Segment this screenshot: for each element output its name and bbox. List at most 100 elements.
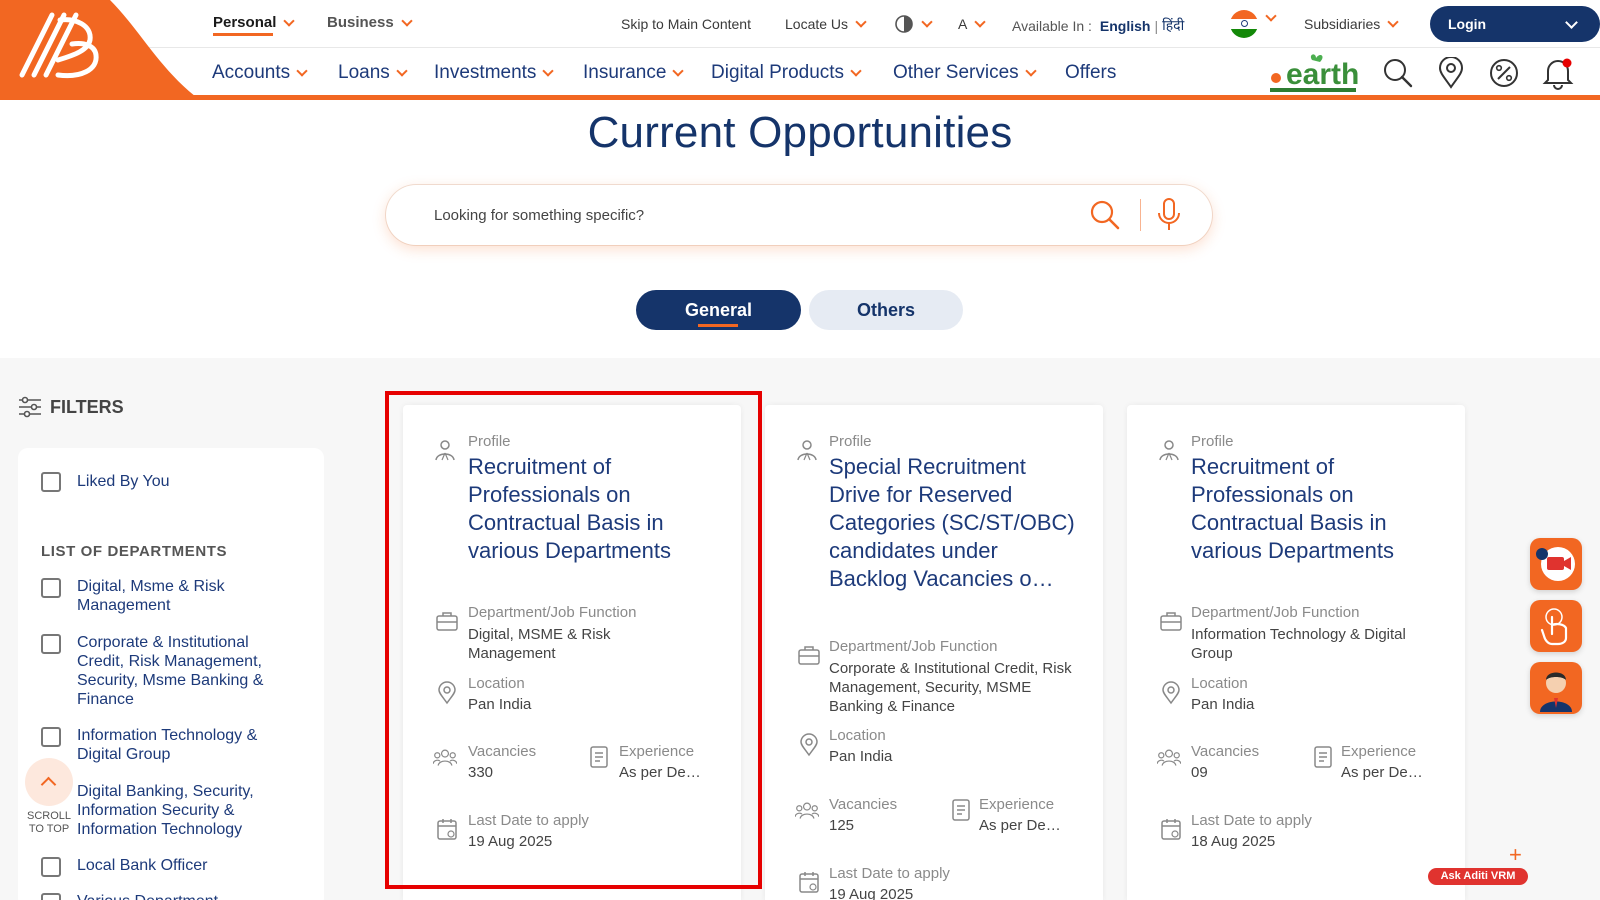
profile-label: Profile xyxy=(1191,433,1234,450)
search-bar[interactable]: Looking for something specific? xyxy=(386,185,1212,245)
microphone-icon[interactable] xyxy=(1156,197,1182,233)
india-flag-icon[interactable] xyxy=(1230,10,1258,38)
job-card[interactable]: Profile Recruitment of Professionals on … xyxy=(1127,405,1465,900)
lang-hindi-link[interactable]: हिंदी xyxy=(1162,16,1184,35)
search-divider xyxy=(1140,199,1141,231)
chevron-up-icon xyxy=(40,776,57,793)
calendar-icon xyxy=(799,872,819,893)
bank-logo[interactable] xyxy=(0,0,200,100)
header-accent-line xyxy=(0,95,1600,100)
video-call-widget[interactable] xyxy=(1530,538,1582,590)
search-input[interactable]: Looking for something specific? xyxy=(434,207,644,224)
filters-heading[interactable]: FILTERS xyxy=(18,396,124,418)
job-title[interactable]: Special Recruitment Drive for Reserved C… xyxy=(829,453,1079,593)
segment-business[interactable]: Business xyxy=(327,14,413,31)
page-title: Current Opportunities xyxy=(587,108,1013,157)
nav-accounts[interactable]: Accounts xyxy=(212,62,308,84)
vacancies-value: 125 xyxy=(829,817,855,834)
chevron-down-icon xyxy=(396,65,408,77)
search-icon[interactable] xyxy=(1382,57,1414,89)
nav-accounts-label: Accounts xyxy=(212,62,291,83)
last-date-label: Last Date to apply xyxy=(829,865,950,882)
location-pin-icon xyxy=(1162,681,1180,705)
skip-label: Skip to Main Content xyxy=(621,16,751,32)
dept-checkbox[interactable] xyxy=(41,893,61,900)
dept-function-value: Information Technology & Digital Group xyxy=(1191,626,1406,662)
profile-icon xyxy=(1159,440,1179,461)
tab-general-label: General xyxy=(684,300,753,320)
calendar-icon xyxy=(1161,819,1181,840)
nav-digital-label: Digital Products xyxy=(711,62,845,83)
contrast-toggle[interactable] xyxy=(894,14,933,34)
country-dropdown[interactable] xyxy=(1262,10,1277,22)
vacancies-label: Vacancies xyxy=(1191,743,1260,760)
nav-other-services[interactable]: Other Services xyxy=(893,62,1037,84)
subsidiaries-label: Subsidiaries xyxy=(1304,16,1381,32)
segment-personal[interactable]: Personal xyxy=(213,14,296,31)
briefcase-icon xyxy=(798,646,820,665)
chevron-down-icon xyxy=(855,16,867,28)
nav-offers-label: Offers xyxy=(1065,62,1117,83)
skip-to-main-link[interactable]: Skip to Main Content xyxy=(621,16,751,32)
hand-pointer-icon xyxy=(1540,608,1568,646)
vacancies-value: 09 xyxy=(1191,764,1208,781)
lang-separator: | xyxy=(1154,17,1159,34)
dept-label: Digital Banking, Security, Information S… xyxy=(77,783,254,838)
notification-bell-icon[interactable] xyxy=(1542,56,1574,90)
chevron-down-icon xyxy=(1387,16,1399,28)
profile-label: Profile xyxy=(829,433,872,450)
locate-label: Locate Us xyxy=(785,16,849,32)
location-value: Pan India xyxy=(1191,696,1255,713)
locate-us-menu[interactable]: Locate Us xyxy=(785,16,867,32)
virtual-assistant-widget[interactable] xyxy=(1530,662,1582,714)
language-switch: Available In : English | हिंदी xyxy=(1012,16,1184,35)
assistant-avatar-icon xyxy=(1540,672,1572,712)
chevron-down-icon xyxy=(542,65,555,77)
dept-label: Information Technology & Digital Group xyxy=(77,727,258,763)
touch-assist-widget[interactable] xyxy=(1530,600,1582,652)
chevron-down-icon xyxy=(296,65,308,77)
profile-icon xyxy=(797,440,817,461)
nav-investments[interactable]: Investments xyxy=(434,62,555,84)
login-button[interactable]: Login xyxy=(1430,6,1600,42)
chevron-down-icon xyxy=(1565,15,1578,29)
nav-insurance-label: Insurance xyxy=(583,62,667,83)
nav-other-label: Other Services xyxy=(893,62,1019,83)
tab-others[interactable]: Others xyxy=(809,290,963,330)
login-label: Login xyxy=(1448,16,1487,32)
location-pin-icon[interactable] xyxy=(1438,57,1464,89)
job-title[interactable]: Recruitment of Professionals on Contract… xyxy=(1191,453,1446,565)
briefcase-icon xyxy=(1160,612,1182,631)
earth-logo[interactable]: earth xyxy=(1268,52,1359,92)
nav-offers[interactable]: Offers xyxy=(1065,62,1116,84)
job-card[interactable]: Profile Special Recruitment Drive for Re… xyxy=(765,405,1103,900)
dept-checkbox[interactable] xyxy=(41,578,61,598)
dept-label: Corporate & Institutional Credit, Risk M… xyxy=(77,634,264,708)
nav-insurance[interactable]: Insurance xyxy=(583,62,685,84)
scroll-to-top-button[interactable] xyxy=(25,758,73,806)
last-date-value: 18 Aug 2025 xyxy=(1191,833,1276,850)
dept-function-label: Department/Job Function xyxy=(829,638,998,655)
lang-english-link[interactable]: English xyxy=(1100,18,1151,34)
font-size-menu[interactable]: A xyxy=(958,16,987,32)
dept-checkbox[interactable] xyxy=(41,857,61,877)
chevron-down-icon xyxy=(974,16,987,28)
nav-digital-products[interactable]: Digital Products xyxy=(711,62,862,84)
offers-percent-icon[interactable] xyxy=(1489,58,1519,88)
dept-checkbox[interactable] xyxy=(41,634,61,654)
liked-by-you-checkbox[interactable] xyxy=(41,472,61,492)
tab-others-label: Others xyxy=(856,300,916,320)
location-label: Location xyxy=(1191,675,1248,692)
dept-checkbox[interactable] xyxy=(41,727,61,747)
dept-label: Various Department xyxy=(77,892,218,900)
chevron-down-icon xyxy=(283,14,296,27)
selection-highlight-box xyxy=(385,391,762,889)
ask-aditi-button[interactable]: Ask Aditi VRM xyxy=(1428,868,1528,885)
scroll-to-top-label: SCROLL TO TOP xyxy=(26,810,72,835)
search-icon[interactable] xyxy=(1089,199,1121,231)
expand-plus-icon[interactable]: + xyxy=(1509,842,1522,868)
document-icon xyxy=(1314,746,1332,768)
subsidiaries-menu[interactable]: Subsidiaries xyxy=(1304,16,1399,32)
tab-general[interactable]: General xyxy=(636,290,801,330)
nav-loans[interactable]: Loans xyxy=(338,62,408,84)
